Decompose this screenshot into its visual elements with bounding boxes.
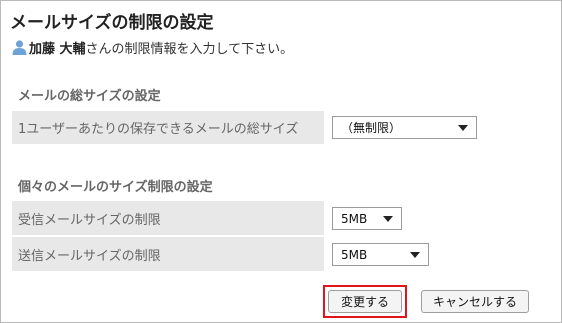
per-mail-section-title: 個々のメールのサイズ制限の設定 (18, 180, 213, 195)
send-size-select[interactable]: 5MB (332, 243, 429, 266)
cancel-button[interactable]: キャンセルする (421, 290, 529, 313)
receive-size-select-value: 5MB (341, 211, 368, 226)
receive-size-select[interactable]: 5MB (332, 207, 402, 230)
total-size-label: 1ユーザーあたりの保存できるメールの総サイズ (12, 111, 324, 144)
user-instruction: さんの制限情報を入力して下さい。 (85, 41, 294, 57)
receive-size-label: 受信メールサイズの制限 (12, 201, 324, 235)
user-info-line: 加藤 大輔 さんの制限情報を入力して下さい。 (11, 38, 294, 57)
total-size-select-value: （無制限） (341, 121, 402, 135)
user-icon (11, 39, 28, 56)
page-title: メールサイズの制限の設定 (10, 13, 214, 33)
total-size-section-title: メールの総サイズの設定 (18, 89, 161, 104)
submit-button[interactable]: 変更する (328, 290, 402, 313)
user-name: 加藤 大輔 (29, 41, 86, 57)
chevron-down-icon (458, 124, 468, 131)
send-size-label: 送信メールサイズの制限 (12, 237, 324, 271)
chevron-down-icon (383, 215, 393, 222)
send-size-select-value: 5MB (341, 247, 368, 262)
settings-panel: メールサイズの制限の設定 加藤 大輔 さんの制限情報を入力して下さい。 メールの… (0, 0, 562, 323)
chevron-down-icon (410, 251, 420, 258)
total-size-select[interactable]: （無制限） (332, 116, 477, 139)
